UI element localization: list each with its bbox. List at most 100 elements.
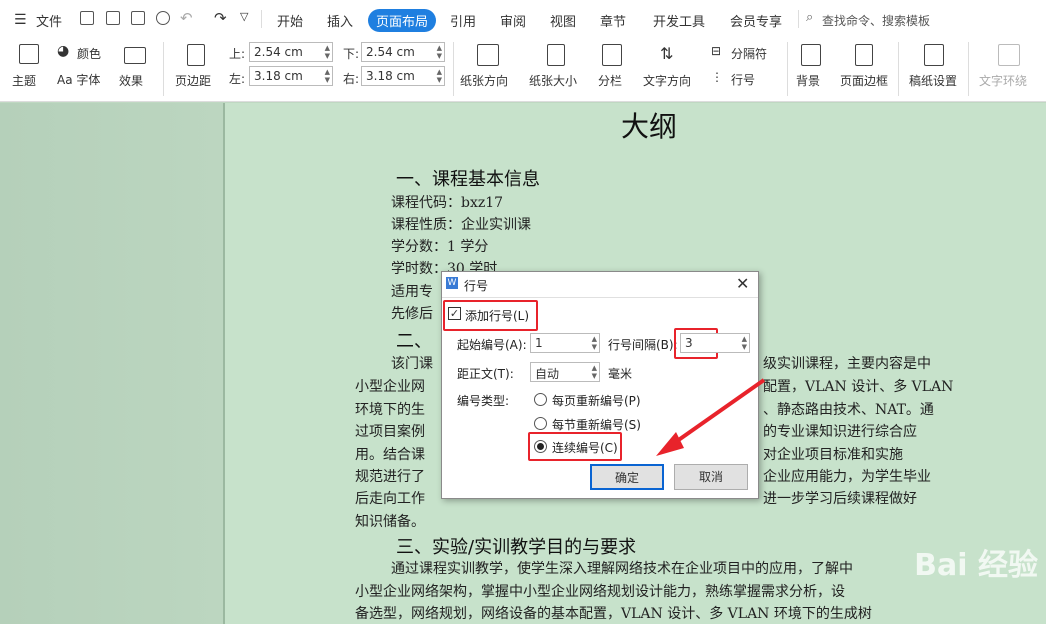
start-at-label: 起始编号(A): [457,338,527,352]
more-icon[interactable]: ▽ [240,10,248,23]
breaks-icon[interactable]: ⊟ [711,44,721,58]
manuscript-icon[interactable] [924,44,944,66]
effects-button[interactable]: 效果 [119,72,143,89]
tab-member[interactable]: 会员专享 [730,11,782,30]
tab-review[interactable]: 审阅 [500,11,526,30]
ribbon: 主题 ◕ 颜色 Aa 字体 效果 页边距 上: 2.54 cm ▲ ▼ 下: 2.… [0,38,1046,102]
from-text-unit: 毫米 [608,367,633,381]
restart-page-radio[interactable] [534,393,547,406]
margin-top-input[interactable]: 2.54 cm ▲ ▼ [249,42,333,62]
redo-icon[interactable]: ↷ [214,9,227,27]
tab-chapter[interactable]: 章节 [600,11,626,30]
count-by-label: 行号间隔(B): [608,338,678,352]
margin-left-label: 左: [229,72,246,86]
effects-icon[interactable] [124,47,146,64]
section-heading-3: 三、实验/实训教学目的与要求 [396,537,637,558]
count-by-input[interactable]: 3 ▲ ▼ [680,333,750,353]
orientation-icon[interactable] [477,44,499,66]
doc-line: 进一步学习后续课程做好 [763,491,917,507]
tab-references[interactable]: 引用 [450,11,476,30]
text-direction-icon[interactable]: ⇅ [660,44,673,63]
margin-bottom-input[interactable]: 2.54 cm ▲ ▼ [361,42,445,62]
tab-developer[interactable]: 开发工具 [653,11,705,30]
tab-view[interactable]: 视图 [550,11,576,30]
wrap-text-button[interactable]: 文字环绕 [979,72,1027,89]
watermark-logo: Bai 经验 [914,548,1038,583]
palette-icon[interactable]: ◕ [57,43,69,59]
file-menu[interactable]: 文件 [36,11,62,30]
fonts-button[interactable]: Aa 字体 [57,71,100,88]
manuscript-button[interactable]: 稿纸设置 [909,72,957,89]
paper-size-icon[interactable] [547,44,565,66]
doc-line: 课程代码：bxz17 [391,195,504,211]
margins-button[interactable]: 页边距 [175,72,211,89]
close-icon[interactable]: ✕ [736,274,749,293]
doc-line: 企业应用能力，为学生毕业 [763,469,931,485]
export-icon[interactable] [106,11,120,25]
arrow-head [656,432,684,456]
page-border-icon[interactable] [855,44,873,66]
orientation-button[interactable]: 纸张方向 [460,72,508,89]
margin-right-value: 3.18 cm [366,69,415,83]
title-divider [442,297,758,298]
save-icon[interactable] [80,11,94,25]
continuous-label[interactable]: 连续编号(C) [552,439,618,456]
line-numbers-icon[interactable]: ⋮ [711,70,723,84]
columns-button[interactable]: 分栏 [598,72,622,89]
restart-section-label[interactable]: 每节重新编号(S) [552,416,641,433]
theme-icon[interactable] [19,44,39,64]
annotation-arrow [656,378,766,456]
doc-line: 课程性质：企业实训课 [391,217,531,233]
wrap-text-icon[interactable] [998,44,1020,66]
doc-line: 、静态路由技术、NAT。通 [763,402,934,418]
columns-icon[interactable] [602,44,622,66]
doc-line: 的专业课知识进行综合应 [763,424,917,440]
search-input[interactable]: 查找命令、搜索模板 [822,12,930,29]
add-line-numbers-checkbox[interactable]: ✓ [448,307,461,320]
from-text-value: 自动 [535,367,560,381]
from-text-label: 距正文(T): [457,367,514,381]
theme-button[interactable]: 主题 [12,72,36,89]
line-numbers-button[interactable]: 行号 [731,71,755,88]
doc-line: 通过课程实训教学，使学生深入理解网络技术在企业项目中的应用，了解中 [391,561,853,577]
add-line-numbers-label[interactable]: 添加行号(L) [465,307,529,324]
doc-line: 小型企业网 [355,379,425,395]
section-heading-1: 一、课程基本信息 [396,169,540,190]
doc-line: 对企业项目标准和实施 [763,447,903,463]
continuous-radio[interactable] [534,440,547,453]
menu-icon[interactable]: ☰ [14,12,27,28]
doc-line: 后走向工作 [355,491,425,507]
tab-home[interactable]: 开始 [277,11,303,30]
undo-icon[interactable]: ↶ [180,9,193,27]
background-icon[interactable] [801,44,821,66]
text-direction-button[interactable]: 文字方向 [643,72,691,89]
doc-line: 配置，VLAN 设计、多 VLAN [763,379,954,395]
tab-page-layout[interactable]: 页面布局 [368,9,437,32]
tab-insert[interactable]: 插入 [327,11,353,30]
doc-line: 环境下的生 [355,402,425,418]
paper-size-button[interactable]: 纸张大小 [529,72,577,89]
doc-title: 大纲 [621,110,678,143]
restart-section-radio[interactable] [534,417,547,430]
margin-bottom-label: 下: [343,47,360,61]
margin-left-input[interactable]: 3.18 cm ▲ ▼ [249,66,333,86]
doc-line: 过项目案例 [355,424,425,440]
colors-button[interactable]: 颜色 [77,45,101,62]
page-border-button[interactable]: 页面边框 [840,72,888,89]
background-button[interactable]: 背景 [796,72,820,89]
print-icon[interactable] [131,11,145,25]
section-heading-2: 二、 [396,331,432,352]
search-icon[interactable]: ⌕ [806,10,813,25]
preview-icon[interactable] [156,11,170,25]
restart-page-label[interactable]: 每页重新编号(P) [552,392,641,409]
margins-icon[interactable] [187,44,205,66]
count-by-value: 3 [685,336,693,350]
margin-top-label: 上: [229,47,246,61]
doc-line: 备选型，网络规划，网络设备的基本配置，VLAN 设计、多 VLAN 环境下的生成… [355,606,872,622]
workspace-margin [0,103,225,624]
doc-line: 该门课 [391,356,433,372]
start-at-input[interactable]: 1 ▲ ▼ [530,333,600,353]
breaks-button[interactable]: 分隔符 [731,45,767,62]
from-text-input[interactable]: 自动 ▲ ▼ [530,362,600,382]
margin-right-input[interactable]: 3.18 cm ▲ ▼ [361,66,445,86]
